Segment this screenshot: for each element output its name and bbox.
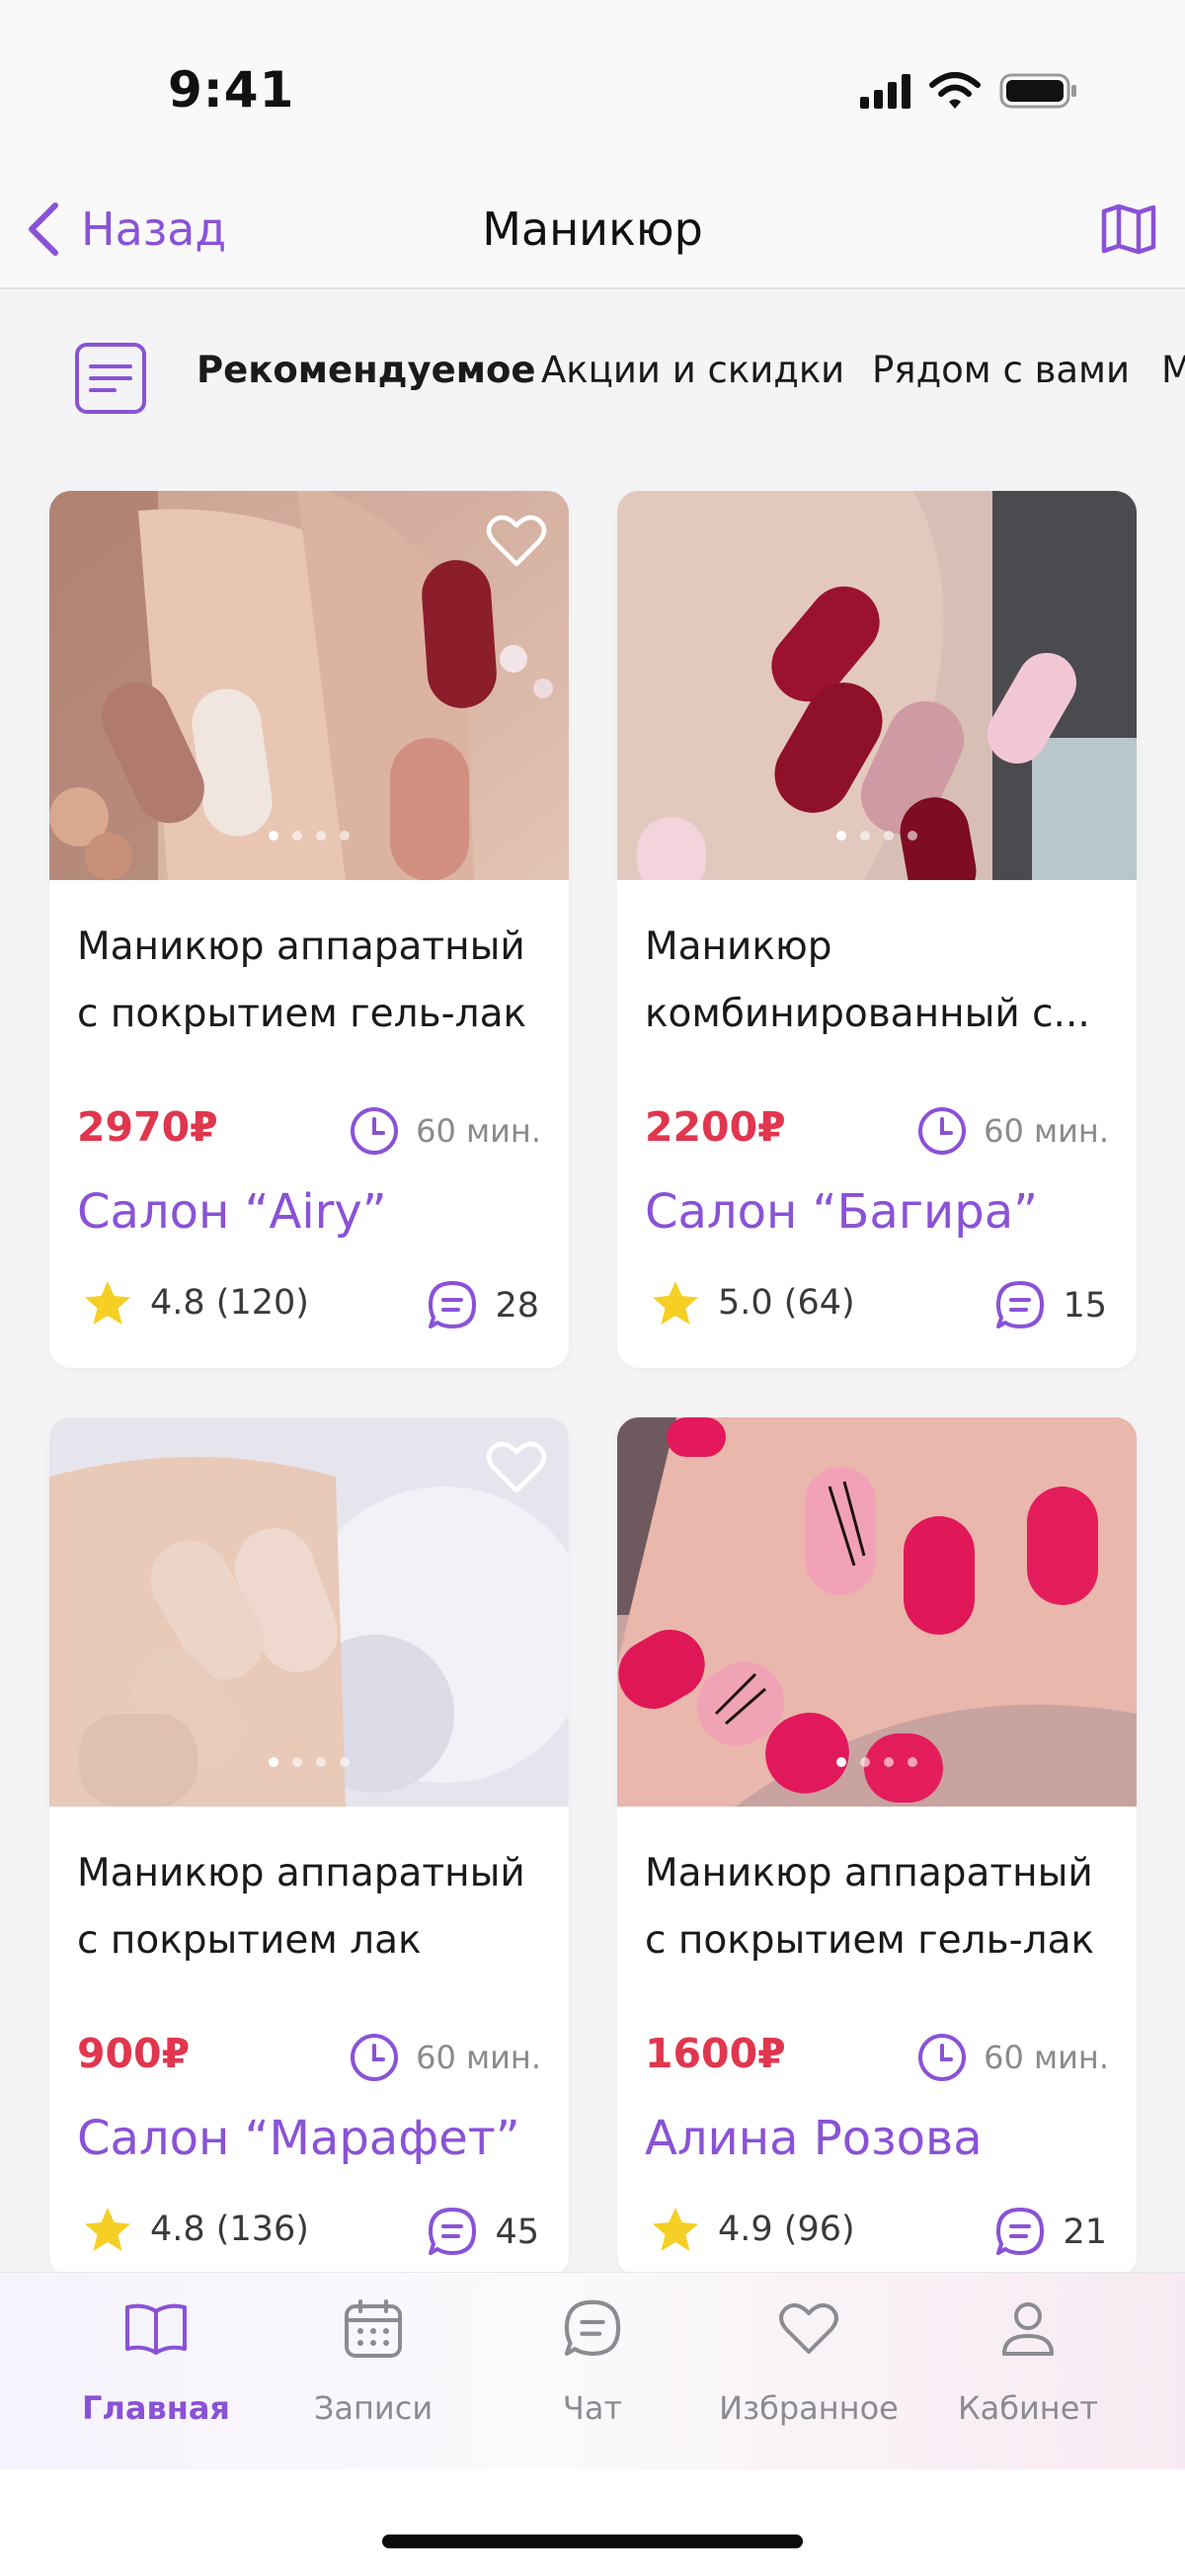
tab-home[interactable]: Главная [57,2294,255,2453]
clock-icon [918,2034,967,2081]
service-price: 1600₽ [645,2030,786,2077]
comment-icon [429,2208,477,2255]
service-title: Маникюр комбинированный с... [645,925,1090,1036]
tab-bookings[interactable]: Записи [275,2294,472,2453]
user-icon [1002,2302,1054,2356]
rating: 4.8 (136) [83,2206,309,2253]
map-button[interactable] [1094,195,1163,264]
service-title: Маникюр аппаратный с покрытием гель-лак [645,1851,1095,1963]
comment-icon [429,1281,477,1328]
clock-icon [918,1107,967,1155]
battery-icon [999,73,1076,109]
clock-icon [351,1107,399,1155]
service-title: Маникюр аппаратный с покрытием лак [77,1851,525,1963]
comment-icon [996,2208,1045,2255]
tab-favorites-label: Избранное [719,2389,899,2427]
service-duration: 60 мин. [349,1105,541,1157]
filter-button[interactable] [73,341,148,416]
rating: 4.9 (96) [651,2206,855,2253]
comments-text: 28 [495,1286,539,1326]
service-photo[interactable] [617,1417,1137,1807]
status-bar: 9:41 [0,0,1185,173]
duration-text: 60 мин. [984,2039,1109,2076]
comments-count[interactable]: 28 [426,1279,539,1332]
star-icon [653,2208,698,2251]
home-indicator-area [0,2469,1185,2576]
heart-icon [779,2302,838,2354]
service-photo[interactable] [617,491,1137,880]
star-icon [85,2208,130,2251]
service-photo[interactable] [49,491,569,880]
photo-pagination-dots [49,831,569,841]
tab-chat[interactable]: Чат [494,2294,691,2453]
comment-icon [996,1281,1045,1328]
rating-text: 4.8 (120) [150,1283,309,1323]
service-card[interactable]: Маникюр комбинированный с... 2200₽ 60 ми… [617,491,1137,1368]
chat-icon [564,2299,621,2356]
duration-text: 60 мин. [416,2039,541,2076]
map-icon [1101,203,1156,255]
comments-text: 45 [495,2213,539,2252]
photo-pagination-dots [617,831,1137,841]
comments-count[interactable]: 21 [993,2206,1107,2259]
tab-home-label: Главная [82,2389,230,2427]
photo-pagination-dots [617,1757,1137,1767]
filter-list-icon [75,343,146,414]
comments-text: 21 [1063,2213,1107,2252]
comments-count[interactable]: 45 [426,2206,539,2259]
rating-text: 4.9 (96) [718,2210,855,2249]
favorite-heart-icon[interactable] [486,1439,547,1496]
service-card[interactable]: Маникюр аппаратный с покрытием гель-лак … [49,491,569,1368]
rating-text: 5.0 (64) [718,1283,855,1323]
star-icon [653,1281,698,1325]
book-icon [125,2303,187,2355]
service-card[interactable]: Маникюр аппаратный с покрытием лак 900₽ … [49,1417,569,2277]
nails-photo [617,1417,1137,1807]
duration-text: 60 мин. [984,1112,1109,1150]
comments-count[interactable]: 15 [993,1279,1107,1332]
tab-bar: Главная Записи Чат Избранное Кабинет [0,2272,1185,2469]
tab-chat-label: Чат [562,2389,623,2427]
salon-link[interactable]: Салон “Багира” [645,1184,1038,1240]
rating-text: 4.8 (136) [150,2210,309,2249]
page-title: Маникюр [482,202,703,256]
tab-bookings-label: Записи [313,2389,434,2427]
service-price: 2970₽ [77,1103,218,1151]
service-price: 2200₽ [645,1103,786,1151]
filter-tab-nearby[interactable]: Рядом с вами [872,349,1130,391]
wifi-icon [929,72,981,109]
filter-tab-promotions[interactable]: Акции и скидки [541,349,844,391]
navigation-bar: Назад Маникюр [0,173,1185,289]
salon-link[interactable]: Салон “Марафет” [77,2111,520,2166]
salon-link[interactable]: Салон “Airy” [77,1184,387,1240]
tab-account-label: Кабинет [957,2389,1099,2427]
status-time: 9:41 [168,61,295,119]
filter-tab-recommended[interactable]: Рекомендуемое [197,349,536,391]
status-icons [860,71,1078,111]
star-icon [85,1281,130,1325]
service-duration: 60 мин. [349,2032,541,2083]
service-duration: 60 мин. [916,2032,1109,2083]
tab-favorites[interactable]: Избранное [710,2294,908,2453]
clock-icon [351,2034,399,2081]
favorite-heart-icon[interactable] [486,513,547,570]
comments-text: 15 [1063,1286,1107,1326]
rating: 5.0 (64) [651,1279,855,1327]
service-card[interactable]: Маникюр аппаратный с покрытием гель-лак … [617,1417,1137,2277]
service-duration: 60 мин. [916,1105,1109,1157]
rating: 4.8 (120) [83,1279,309,1327]
photo-pagination-dots [49,1757,569,1767]
tab-account[interactable]: Кабинет [929,2294,1127,2453]
service-price: 900₽ [77,2030,191,2077]
filter-row: Рекомендуемое Акции и скидки Рядом с вам… [0,289,1185,467]
home-indicator[interactable] [382,2535,803,2548]
filter-tab-more[interactable]: М [1161,349,1185,391]
salon-link[interactable]: Алина Розова [645,2111,983,2166]
duration-text: 60 мин. [416,1112,541,1150]
cellular-signal-icon [860,73,910,109]
service-photo[interactable] [49,1417,569,1807]
calendar-icon [345,2299,402,2358]
nails-photo [617,491,1137,880]
service-title: Маникюр аппаратный с покрытием гель-лак [77,925,527,1036]
